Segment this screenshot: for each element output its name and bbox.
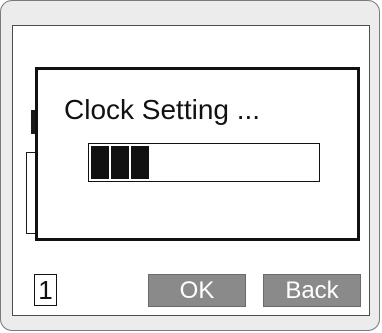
back-button[interactable]: Back — [263, 274, 361, 307]
progress-dialog: Clock Setting ... — [35, 67, 360, 241]
display-screen: Clock Setting ... 1 OK Back — [12, 25, 370, 316]
progress-segment — [111, 146, 129, 179]
ok-button[interactable]: OK — [148, 274, 246, 307]
dialog-title: Clock Setting ... — [64, 94, 261, 125]
progress-segment — [131, 146, 149, 179]
progress-bar-fill — [91, 146, 151, 179]
progress-bar — [88, 143, 320, 182]
device-frame: Clock Setting ... 1 OK Back — [0, 0, 380, 331]
progress-segment — [91, 146, 109, 179]
page-indicator: 1 — [34, 274, 57, 306]
